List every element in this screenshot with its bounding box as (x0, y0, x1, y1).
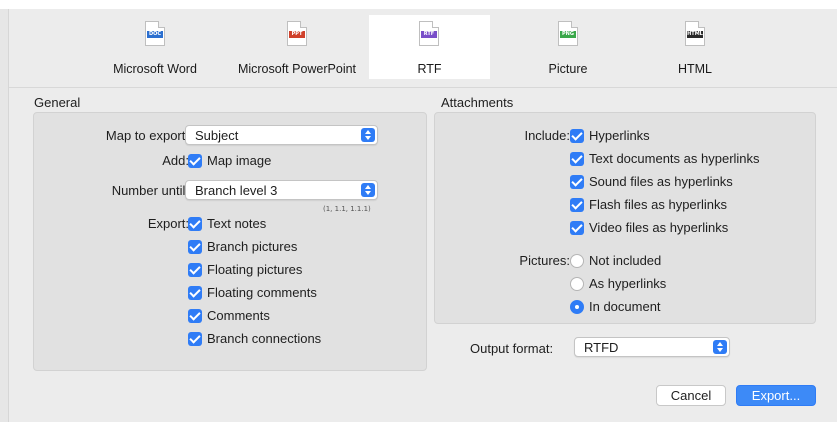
comments-checkbox[interactable]: Comments (188, 307, 270, 325)
include-label: Include: (524, 128, 570, 143)
popup-arrows-icon (713, 340, 727, 354)
radio-icon (570, 276, 584, 291)
tab-html[interactable]: HTML HTML (645, 15, 745, 79)
rtf-file-icon: RTF (419, 21, 439, 46)
checkmark-icon (570, 220, 584, 235)
checkbox-label: Text notes (207, 216, 267, 231)
tab-rtf[interactable]: RTF RTF (369, 15, 490, 79)
popup-arrows-icon (361, 183, 375, 197)
ppt-file-icon: PPT (287, 21, 307, 46)
sound-files-checkbox[interactable]: Sound files as hyperlinks (570, 173, 733, 191)
output-format-label: Output format: (470, 341, 554, 356)
number-until-value: Branch level 3 (195, 183, 278, 198)
tab-microsoft-powerpoint[interactable]: PPT Microsoft PowerPoint (227, 15, 367, 79)
checkmark-icon (570, 151, 584, 166)
checkmark-icon (188, 216, 202, 231)
checkmark-icon (570, 174, 584, 189)
text-notes-checkbox[interactable]: Text notes (188, 215, 266, 233)
floating-pictures-checkbox[interactable]: Floating pictures (188, 261, 302, 279)
checkbox-label: Floating pictures (207, 262, 303, 277)
checkbox-label: Floating comments (207, 285, 317, 300)
map-to-export-value: Subject (195, 128, 239, 143)
html-file-icon: HTML (685, 21, 705, 46)
checkbox-label: Hyperlinks (589, 128, 650, 143)
checkbox-label: Flash files as hyperlinks (589, 197, 727, 212)
checkmark-icon (188, 239, 202, 254)
checkbox-label: Video files as hyperlinks (589, 220, 729, 235)
checkbox-label: Branch connections (207, 331, 322, 346)
export-dialog: DOC Microsoft Word PPT Microsoft PowerPo… (8, 9, 837, 422)
tab-label: Microsoft Word (113, 62, 197, 76)
floating-comments-checkbox[interactable]: Floating comments (188, 284, 317, 302)
output-format-popup[interactable]: RTFD (574, 337, 730, 357)
map-to-export-popup[interactable]: Subject (185, 125, 378, 145)
map-image-checkbox[interactable]: Map image (188, 152, 271, 170)
radio-label: Not included (589, 253, 662, 268)
general-groupbox: Map to export: Subject Add: Map image Nu… (33, 112, 427, 371)
format-toolbar: DOC Microsoft Word PPT Microsoft PowerPo… (9, 9, 837, 88)
export-button[interactable]: Export... (736, 385, 816, 406)
branch-pictures-checkbox[interactable]: Branch pictures (188, 238, 297, 256)
general-group-title: General (34, 95, 81, 110)
radio-selected-icon (570, 299, 584, 314)
text-documents-checkbox[interactable]: Text documents as hyperlinks (570, 150, 760, 168)
number-until-label: Number until: (111, 183, 189, 198)
cancel-button[interactable]: Cancel (656, 385, 726, 406)
output-format-value: RTFD (584, 340, 619, 355)
radio-label: In document (589, 299, 661, 314)
tab-microsoft-word[interactable]: DOC Microsoft Word (105, 15, 205, 79)
checkbox-label: Comments (207, 308, 270, 323)
flash-files-checkbox[interactable]: Flash files as hyperlinks (570, 196, 727, 214)
tab-picture[interactable]: PNG Picture (518, 15, 618, 79)
checkmark-icon (188, 331, 202, 346)
checkbox-label: Text documents as hyperlinks (589, 151, 760, 166)
checkbox-label: Map image (207, 153, 272, 168)
tab-label: Picture (548, 62, 588, 76)
checkmark-icon (570, 197, 584, 212)
branch-connections-checkbox[interactable]: Branch connections (188, 330, 321, 348)
map-to-export-label: Map to export: (105, 128, 189, 143)
video-files-checkbox[interactable]: Video files as hyperlinks (570, 219, 728, 237)
hyperlinks-checkbox[interactable]: Hyperlinks (570, 127, 650, 145)
numbering-hint: (1, 1.1, 1.1.1) (323, 205, 371, 213)
popup-arrows-icon (361, 128, 375, 142)
checkmark-icon (188, 308, 202, 323)
tab-label: RTF (417, 62, 442, 76)
number-until-popup[interactable]: Branch level 3 (185, 180, 378, 200)
window-top-edge (0, 0, 837, 9)
checkbox-label: Sound files as hyperlinks (589, 174, 733, 189)
doc-file-icon: DOC (145, 21, 165, 46)
checkmark-icon (570, 128, 584, 143)
checkmark-icon (188, 262, 202, 277)
pictures-as-hyperlinks-radio[interactable]: As hyperlinks (570, 275, 666, 293)
png-file-icon: PNG (558, 21, 578, 46)
pictures-label: Pictures: (519, 253, 570, 268)
attachments-group-title: Attachments (441, 95, 514, 110)
checkmark-icon (188, 153, 202, 168)
tab-label: Microsoft PowerPoint (237, 62, 357, 76)
pictures-in-document-radio[interactable]: In document (570, 298, 661, 316)
attachments-groupbox: Include: Hyperlinks Text documents as hy… (434, 112, 816, 324)
tab-label: HTML (677, 62, 713, 76)
radio-icon (570, 253, 584, 268)
export-label: Export: (147, 216, 189, 231)
checkmark-icon (188, 285, 202, 300)
radio-label: As hyperlinks (589, 276, 667, 291)
pictures-not-included-radio[interactable]: Not included (570, 252, 661, 270)
checkbox-label: Branch pictures (207, 239, 298, 254)
add-label: Add: (162, 153, 189, 168)
